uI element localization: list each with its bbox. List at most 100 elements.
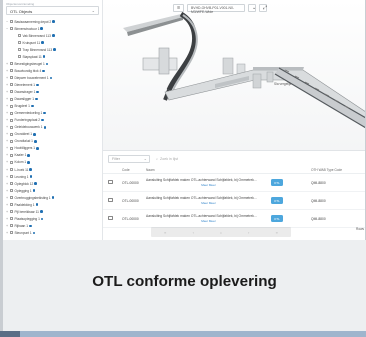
otl-badge[interactable]: OTL (271, 179, 283, 186)
tree-checkbox[interactable] (18, 34, 21, 38)
tree-checkbox[interactable] (10, 132, 13, 136)
tree-checkbox[interactable] (10, 125, 13, 129)
table-search-input[interactable]: ⌕ Zoek in lijst (154, 155, 229, 163)
tree-item[interactable]: + Gemeentedoeling 1 (6, 110, 99, 117)
tree-checkbox[interactable] (10, 168, 13, 171)
tree-item[interactable]: + Plaatsoplegging 1 (6, 215, 99, 222)
tree-item[interactable]: + Rijbaan 1 (6, 222, 99, 229)
tree-checkbox[interactable] (10, 90, 13, 94)
chevron-down-icon: ⌄ (143, 155, 147, 161)
status-dot-icon (35, 203, 39, 207)
model-version-select[interactable]: BVHD-OHVB-P01-V001-N0-M3/WFE-Wide (187, 3, 246, 14)
tree-item-label: Plaatsoplegging 1 (14, 216, 40, 221)
tree-item[interactable]: + Grondtalud 1 (6, 138, 99, 145)
tree-item[interactable]: + Hoofdliggers 1 (6, 145, 99, 152)
tree-item[interactable]: Kruispunt 11 (6, 39, 99, 46)
row-more-link[interactable]: Meer Meer (146, 201, 271, 205)
table-row[interactable]: OTL-00000 Aansluiting Schijfafdek maken O… (103, 210, 365, 228)
tree-item[interactable]: + Bevestigingsbeugel 1 (6, 60, 99, 67)
col-type-header[interactable]: OTH WAB Type Code (311, 168, 361, 172)
tree-checkbox[interactable] (10, 196, 13, 200)
row-type: QMI-8800 (311, 198, 326, 203)
tree-item[interactable]: + L-hoek 11 (6, 166, 99, 173)
tree-item[interactable]: + Oplegging 1 (6, 187, 99, 194)
tree-checkbox[interactable] (18, 48, 21, 52)
tree-item[interactable]: Stapsplaat 11 (6, 53, 99, 60)
tree-checkbox[interactable] (10, 62, 13, 66)
tree-checkbox[interactable] (10, 97, 13, 101)
tree-item[interactable]: Trap Binnenrand 113 (6, 46, 99, 53)
tree-item[interactable]: + Kolom 1 (6, 159, 99, 166)
tree-checkbox[interactable] (10, 182, 13, 186)
tree-list: − Basiswaarneming depot 2− Binnenstructuur… (6, 18, 99, 236)
tree-item[interactable]: + Paaldekking 1 (6, 201, 99, 208)
first-page-icon[interactable]: « (164, 230, 166, 235)
tree-item[interactable]: − Binnenstructuur 1 (6, 25, 99, 32)
tree-checkbox[interactable] (10, 210, 13, 214)
tree-checkbox[interactable] (10, 76, 13, 80)
tree-checkbox[interactable] (10, 175, 13, 179)
tree-checkbox[interactable] (10, 20, 13, 24)
page-dot-icon[interactable]: • (220, 230, 221, 235)
chevron-down-icon[interactable]: ⌄ (248, 3, 256, 12)
tree-item[interactable]: + Leuning 1 (6, 173, 99, 180)
tree-item[interactable]: + Dwarsdrager 1 (6, 88, 99, 95)
tree-checkbox[interactable] (10, 139, 13, 143)
otl-badge[interactable]: OTL (271, 215, 283, 222)
row-checkbox[interactable] (108, 179, 113, 185)
tree-checkbox[interactable] (10, 217, 13, 221)
tree-checkbox[interactable] (10, 146, 13, 150)
tree-item[interactable]: + Dienelement 1 (6, 81, 99, 88)
col-code-header[interactable]: Code (122, 168, 146, 172)
tree-checkbox[interactable] (10, 153, 13, 157)
tree-checkbox[interactable] (10, 160, 13, 164)
pagination-bar: « ‹ • › » (151, 227, 291, 237)
tree-checkbox[interactable] (10, 189, 13, 193)
prev-page-icon[interactable]: ‹ (193, 230, 194, 235)
tree-item[interactable]: + Brugdeel 1 (6, 103, 99, 110)
tree-item[interactable]: + Funderingsplaat 2 (6, 117, 99, 124)
status-dot-icon (43, 111, 46, 115)
tree-item[interactable]: + Bouwkundig blok 4 (6, 67, 99, 74)
tree-item[interactable]: + Geleidebouwwerk 1 (6, 124, 99, 131)
filter-select[interactable]: Filter ⌄ (108, 154, 150, 163)
tree-item[interactable]: + Diepwer bouwelement 1 (6, 74, 99, 81)
status-dot-icon (29, 168, 33, 171)
tree-checkbox[interactable] (10, 231, 13, 235)
table-row[interactable]: OTL-00000 Aansluiting Schijfafdek maken O… (103, 174, 365, 192)
row-checkbox[interactable] (108, 215, 113, 221)
next-page-icon[interactable]: › (248, 230, 249, 235)
3d-viewer[interactable]: ☰ BVHD-OHVB-P01-V001-N0-M3/WFE-Wide ⌄ ⤢ … (103, 0, 365, 150)
tree-item[interactable]: Vak Binnenrand 113 (6, 32, 99, 39)
collection-select[interactable]: OTL Objects ⌄ (6, 6, 99, 15)
row-more-link[interactable]: Meer Meer (146, 183, 271, 187)
tree-item[interactable]: + Gronddeel 1 (6, 131, 99, 138)
tree-item[interactable]: + Steunpunt 1 (6, 229, 99, 236)
tree-checkbox[interactable] (10, 83, 13, 87)
otl-badge[interactable]: OTL (271, 197, 283, 204)
table-toolbar: Filter ⌄ ⌕ Zoek in lijst (103, 151, 365, 166)
col-name-header[interactable]: Naam (146, 168, 271, 172)
tree-checkbox[interactable] (10, 224, 13, 228)
tree-item[interactable]: + Pijl bereikbaar 11 (6, 208, 99, 215)
tree-checkbox[interactable] (10, 203, 13, 207)
tree-item[interactable]: + Overbruggingsbekisting 1 (6, 194, 99, 201)
row-more-link[interactable]: Meer Meer (146, 219, 271, 223)
table-row[interactable]: OTL-00000 Aansluiting Schijfafdek maken O… (103, 192, 365, 210)
tree-checkbox[interactable] (10, 27, 13, 31)
tree-item[interactable]: + Oplegblok 12 (6, 180, 99, 187)
tree-item[interactable]: + Kaaier 1 (6, 152, 99, 159)
status-dot-icon (51, 34, 55, 37)
tree-checkbox[interactable] (18, 41, 21, 45)
tree-checkbox[interactable] (10, 104, 13, 108)
layers-button[interactable]: ☰ (173, 3, 185, 12)
tree-checkbox[interactable] (10, 118, 13, 122)
tree-item[interactable]: − Basiswaarneming depot 2 (6, 18, 99, 25)
tree-item[interactable]: + Dwarsligger 1 (6, 96, 99, 103)
tree-checkbox[interactable] (18, 55, 21, 59)
row-checkbox[interactable] (108, 197, 113, 203)
tree-checkbox[interactable] (10, 111, 13, 115)
last-page-icon[interactable]: » (276, 230, 278, 235)
expand-icon[interactable]: ⤢ (259, 3, 267, 12)
tree-checkbox[interactable] (10, 69, 13, 73)
